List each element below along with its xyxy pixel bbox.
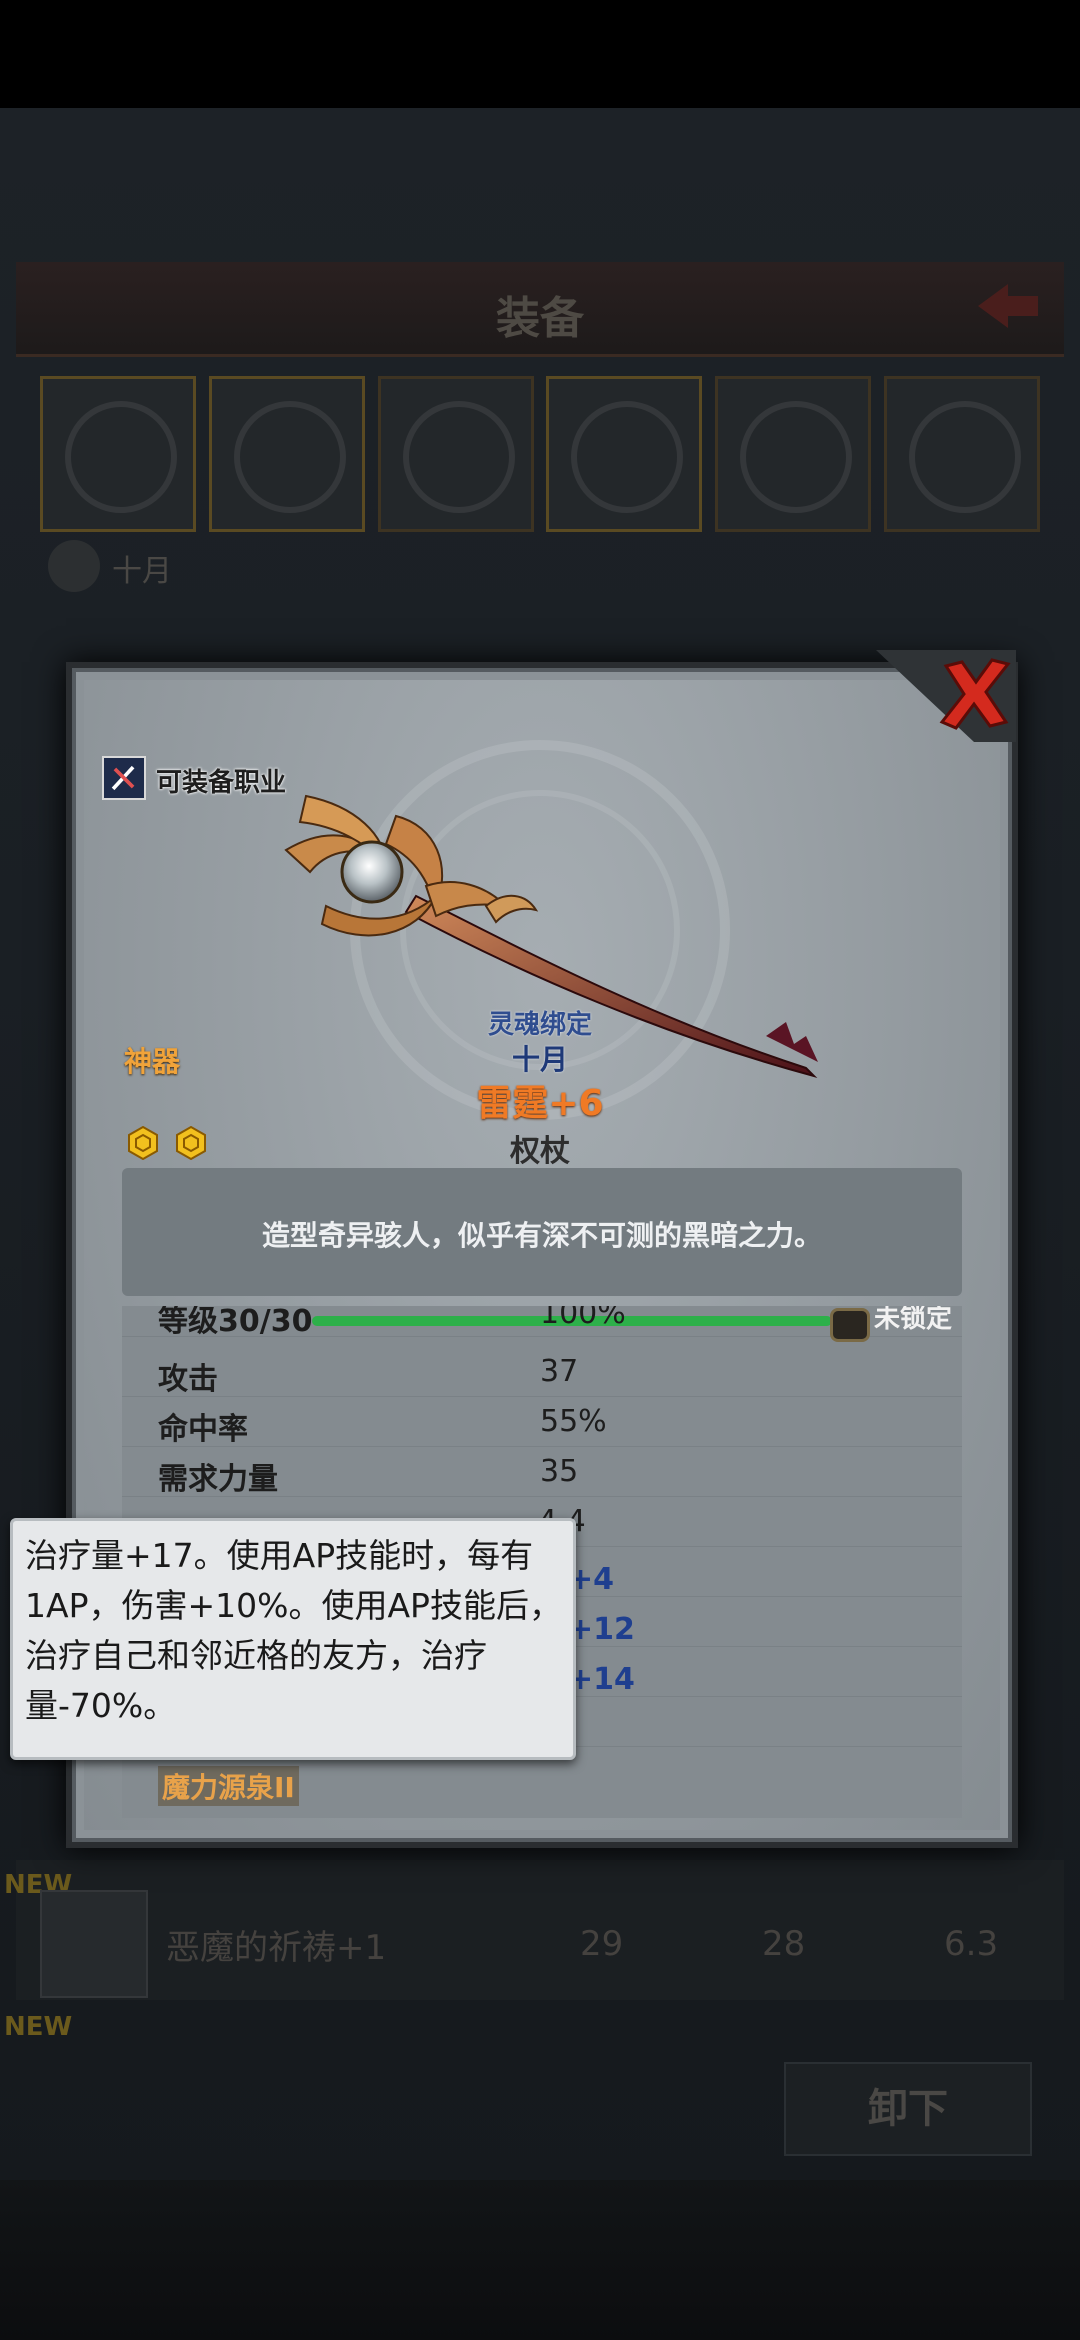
stat-label: 需求力量 <box>158 1462 278 1497</box>
lock-status: 未锁定 <box>874 1306 953 1334</box>
equipment-slot[interactable] <box>883 376 1040 532</box>
level-percent: 100% <box>540 1306 626 1331</box>
equipment-slot[interactable] <box>546 376 703 532</box>
back-arrow-icon[interactable] <box>972 276 1042 336</box>
list-item-value: 29 <box>580 1924 624 1964</box>
stat-row: 命中率 55% <box>122 1396 962 1447</box>
class-icon[interactable] <box>102 756 146 800</box>
lock-icon[interactable] <box>830 1308 870 1342</box>
item-owner: 十月 <box>511 1043 568 1076</box>
list-item-value: 6.3 <box>944 1924 999 1964</box>
skill-name[interactable]: 魔力源泉II <box>158 1766 299 1806</box>
skill-tooltip: 治疗量+17。使用AP技能时，每有1AP，伤害+10%。使用AP技能后，治疗自己… <box>10 1518 576 1760</box>
stat-value: 37 <box>540 1354 579 1389</box>
level-row: 等级30/30 100% 未锁定 <box>122 1306 962 1342</box>
equipment-slots <box>40 376 1040 532</box>
item-description: 造型奇异骇人，似乎有深不可测的黑暗之力。 <box>261 1219 822 1252</box>
item-name: 雷霆+6 <box>476 1083 604 1124</box>
item-type: 权杖 <box>510 1134 570 1169</box>
description-box: 造型奇异骇人，似乎有深不可测的黑暗之力。 <box>122 1168 962 1296</box>
stat-value: 35 <box>540 1454 579 1489</box>
stat-label: 攻击 <box>158 1362 218 1397</box>
equipment-slot[interactable] <box>715 376 872 532</box>
stat-value: 55% <box>540 1404 607 1439</box>
character-name: 十月 <box>112 554 172 589</box>
close-icon[interactable] <box>932 650 1018 736</box>
equipment-slot[interactable] <box>40 376 196 532</box>
stat-label: 命中率 <box>158 1412 248 1447</box>
stat-row: 攻击 37 <box>122 1346 962 1397</box>
character-avatar <box>48 540 100 592</box>
stat-row: 需求力量 35 <box>122 1446 962 1497</box>
unequip-button[interactable]: 卸下 <box>784 2062 1032 2156</box>
bind-status: 灵魂绑定 <box>487 1010 592 1040</box>
list-item-name: 恶魔的祈祷+1 <box>166 1928 387 1968</box>
screen-header: 装备 <box>16 262 1064 357</box>
list-item-thumbnail <box>40 1890 148 1998</box>
level-label: 等级30/30 <box>158 1306 313 1339</box>
status-bar <box>0 0 1080 108</box>
equipment-slot[interactable] <box>208 376 365 532</box>
equipment-slot[interactable] <box>377 376 534 532</box>
list-item-value: 28 <box>762 1924 806 1964</box>
tooltip-text: 治疗量+17。使用AP技能时，每有1AP，伤害+10%。使用AP技能后，治疗自己… <box>25 1536 562 1725</box>
new-badge: NEW <box>4 2012 73 2042</box>
bottom-area <box>0 2180 1080 2340</box>
screen-title: 装备 <box>496 293 584 344</box>
